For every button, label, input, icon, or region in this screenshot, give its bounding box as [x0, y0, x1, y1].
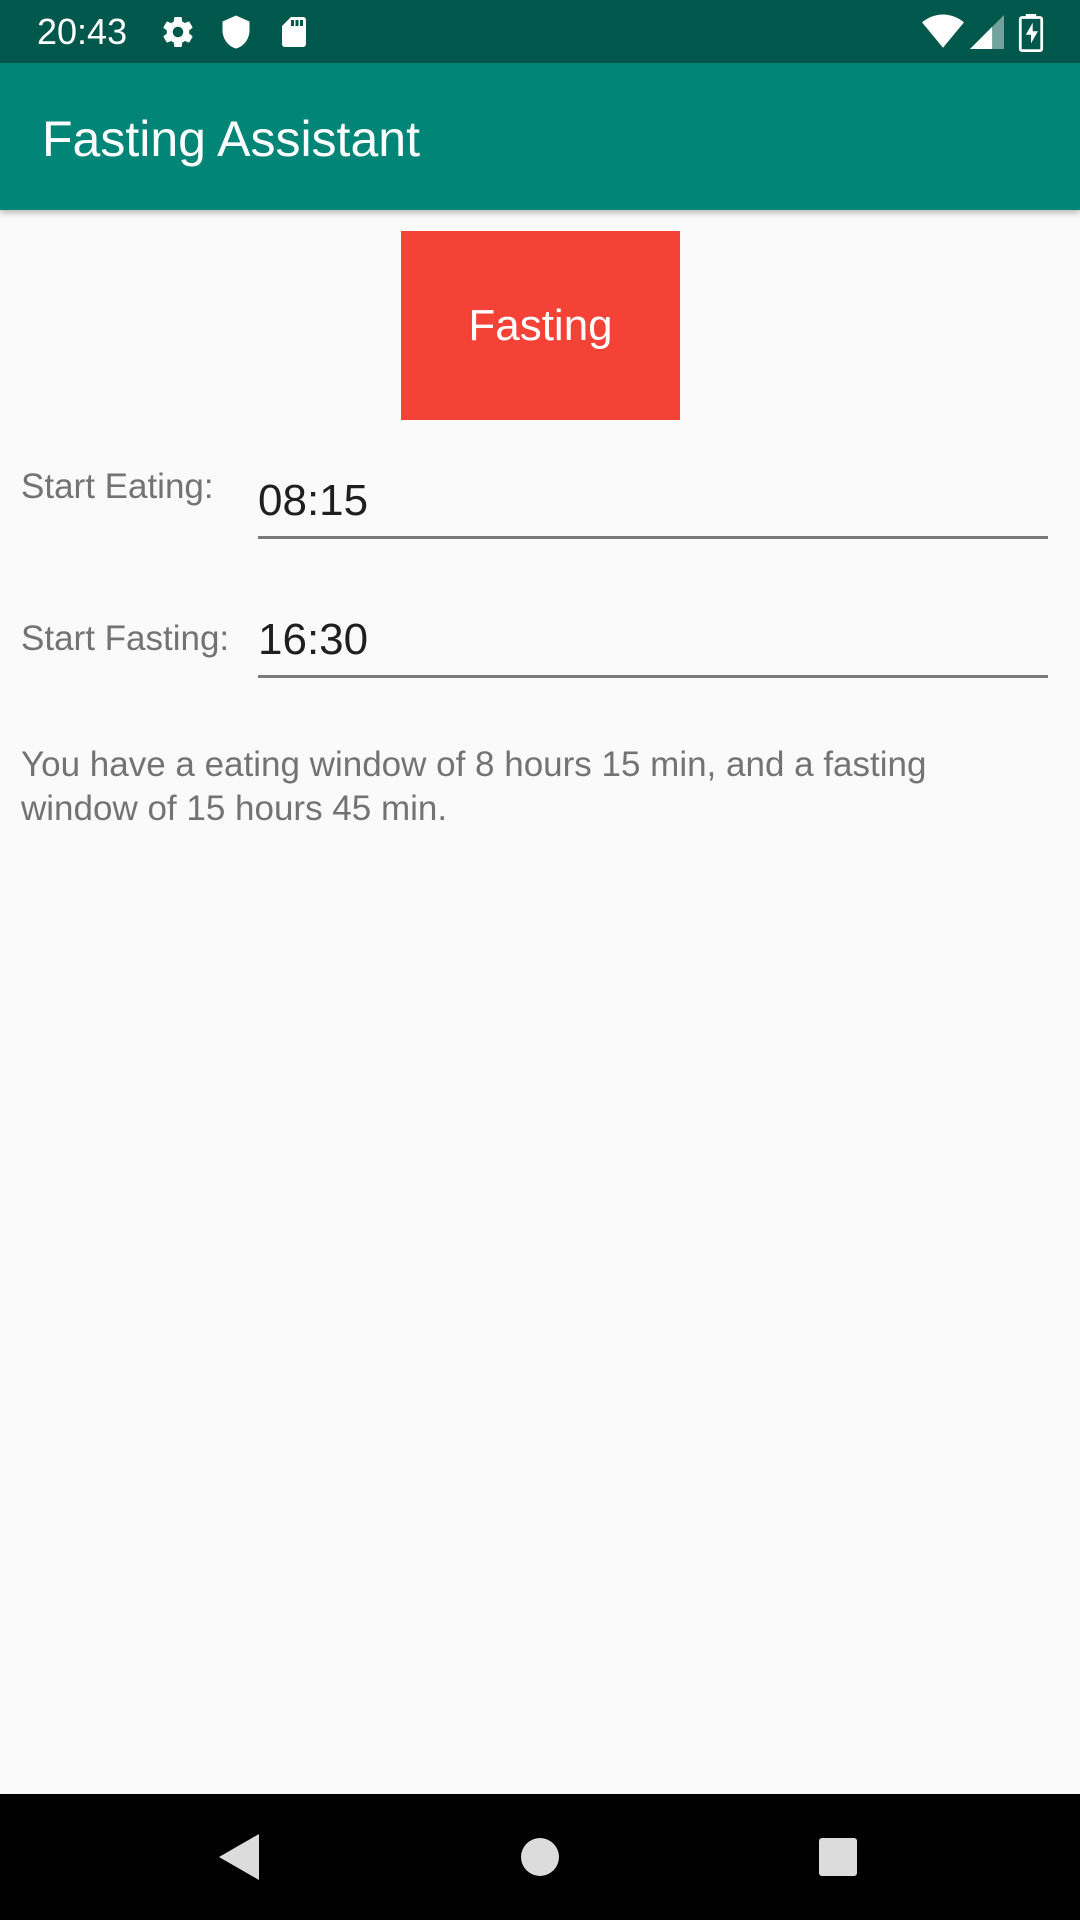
start-eating-field[interactable] [258, 466, 1048, 539]
home-icon[interactable] [507, 1824, 573, 1890]
start-fasting-field[interactable] [258, 605, 1048, 678]
sd-card-icon [276, 14, 312, 50]
shield-icon [218, 14, 254, 50]
navigation-bar [0, 1794, 1080, 1920]
start-fasting-label: Start Fasting: [21, 619, 230, 658]
status-bar: 20:43 [0, 0, 1080, 63]
gear-icon [160, 14, 196, 50]
back-icon[interactable] [206, 1824, 272, 1890]
battery-charging-icon [1018, 14, 1044, 53]
fasting-status-button[interactable]: Fasting [401, 231, 680, 420]
wifi-icon [922, 14, 964, 50]
status-time: 20:43 [37, 11, 128, 52]
app-bar: Fasting Assistant [0, 63, 1080, 210]
window-summary: You have a eating window of 8 hours 15 m… [21, 745, 927, 828]
app-title: Fasting Assistant [42, 111, 420, 167]
start-eating-label: Start Eating: [21, 467, 214, 506]
signal-icon [970, 14, 1004, 50]
recents-icon[interactable] [805, 1824, 871, 1890]
